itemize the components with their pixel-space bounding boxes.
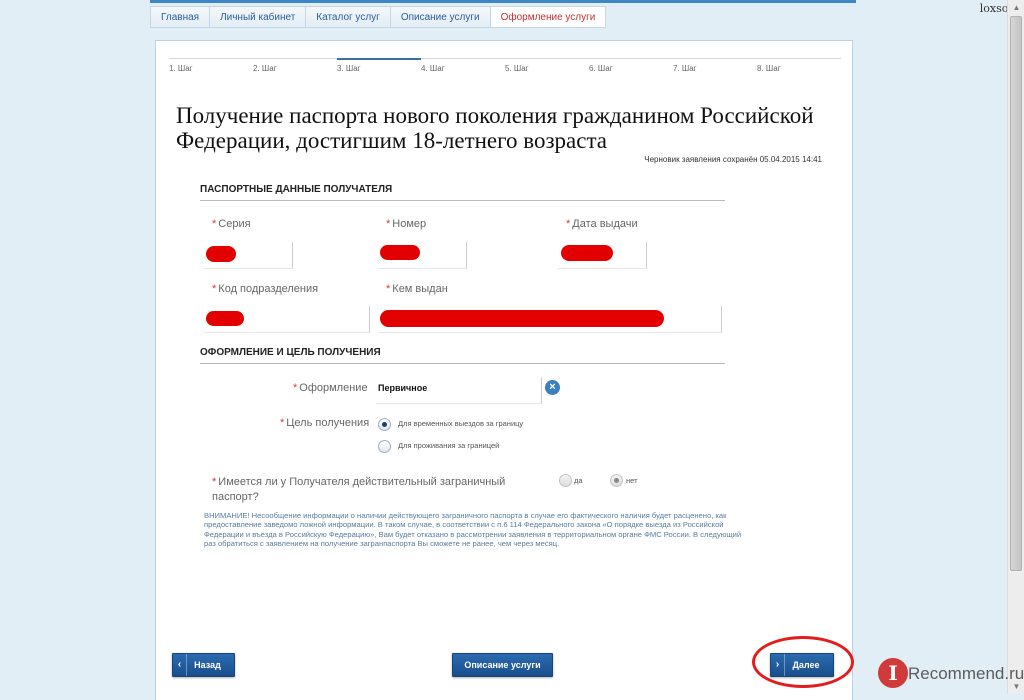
top-bar: Главная Личный кабинет Каталог услуг Опи… (0, 0, 1024, 34)
has-passport-yes-label: да (574, 476, 583, 485)
issue-date-label: * Дата выдачи (566, 218, 638, 230)
purpose-option-residence-label: Для проживания за границей (398, 441, 500, 450)
issued-by-field[interactable] (378, 306, 722, 333)
warning-notice: ВНИМАНИЕ! Несообщение информации о налич… (204, 511, 742, 548)
series-field[interactable] (204, 242, 293, 269)
purpose-section-heading: ОФОРМЛЕНИЕ И ЦЕЛЬ ПОЛУЧЕНИЯ (200, 347, 725, 364)
step-5: 5. Шаг (505, 58, 589, 73)
page-scrollbar[interactable]: ▲ ▼ (1007, 0, 1024, 694)
has-passport-no-label: нет (626, 476, 638, 485)
breadcrumb: Главная Личный кабинет Каталог услуг Опи… (150, 6, 607, 28)
purpose-label: * Цель получения (280, 417, 370, 429)
breadcrumb-service-application[interactable]: Оформление услуги (490, 6, 607, 28)
registration-value: Первичное (378, 383, 428, 393)
has-passport-radio-yes[interactable] (559, 474, 572, 487)
breadcrumb-personal-account[interactable]: Личный кабинет (210, 6, 307, 28)
clear-icon[interactable]: × (545, 380, 560, 395)
breadcrumb-service-catalog[interactable]: Каталог услуг (306, 6, 391, 28)
chevron-left-icon: ‹ (173, 654, 187, 676)
purpose-option-temporary-label: Для временных выездов за границу (398, 419, 524, 428)
number-field[interactable] (378, 242, 467, 269)
required-mark: * (386, 218, 391, 230)
redaction-mark (380, 310, 664, 327)
step-3-current: 3. Шаг (337, 58, 421, 73)
number-label: * Номер (386, 218, 427, 230)
required-mark: * (212, 218, 217, 230)
required-mark: * (293, 382, 298, 394)
irecommend-logo-icon: I (878, 658, 908, 688)
step-8: 8. Шаг (757, 58, 841, 73)
required-mark: * (212, 283, 217, 295)
registration-label: * Оформление (293, 382, 368, 394)
draft-saved-notice: Черновик заявления сохранён 05.04.2015 1… (644, 155, 822, 164)
required-mark: * (212, 476, 217, 488)
step-6: 6. Шаг (589, 58, 673, 73)
form-panel: 1. Шаг 2. Шаг 3. Шаг 4. Шаг 5. Шаг 6. Ша… (155, 40, 853, 700)
scroll-up-icon[interactable]: ▲ (1008, 0, 1024, 15)
step-progress: 1. Шаг 2. Шаг 3. Шаг 4. Шаг 5. Шаг 6. Ша… (169, 58, 841, 73)
purpose-radio-temporary[interactable] (378, 418, 391, 431)
highlight-circle (752, 636, 854, 688)
purpose-radio-residence[interactable] (378, 440, 391, 453)
required-mark: * (386, 283, 391, 295)
has-passport-radio-no[interactable] (610, 474, 623, 487)
issued-by-label: * Кем выдан (386, 283, 448, 295)
division-code-field[interactable] (204, 306, 370, 333)
back-button[interactable]: ‹ Назад (172, 653, 235, 677)
redaction-mark (206, 246, 236, 262)
breadcrumb-service-description[interactable]: Описание услуги (390, 6, 491, 28)
top-accent-line (150, 0, 856, 3)
division-code-label: * Код подразделения (212, 283, 319, 295)
issue-date-field[interactable] (558, 242, 647, 269)
passport-section-heading: ПАСПОРТНЫЕ ДАННЫЕ ПОЛУЧАТЕЛЯ (200, 184, 725, 201)
redaction-mark (206, 311, 244, 326)
redaction-mark (561, 245, 613, 261)
page-title: Получение паспорта нового поколения граж… (176, 103, 814, 153)
step-7: 7. Шаг (673, 58, 757, 73)
breadcrumb-home[interactable]: Главная (150, 6, 211, 28)
irecommend-watermark: Recommend.ru (908, 664, 1024, 683)
has-passport-label: * Имеется ли у Получателя действительный … (212, 476, 506, 503)
registration-select[interactable]: Первичное (376, 377, 542, 404)
step-4: 4. Шаг (421, 58, 505, 73)
step-1: 1. Шаг (169, 58, 253, 73)
series-label: * Серия (212, 218, 251, 230)
required-mark: * (566, 218, 571, 230)
scroll-thumb[interactable] (1010, 16, 1022, 571)
required-mark: * (280, 417, 285, 429)
step-2: 2. Шаг (253, 58, 337, 73)
redaction-mark (380, 245, 420, 260)
service-description-button[interactable]: Описание услуги (452, 653, 553, 677)
